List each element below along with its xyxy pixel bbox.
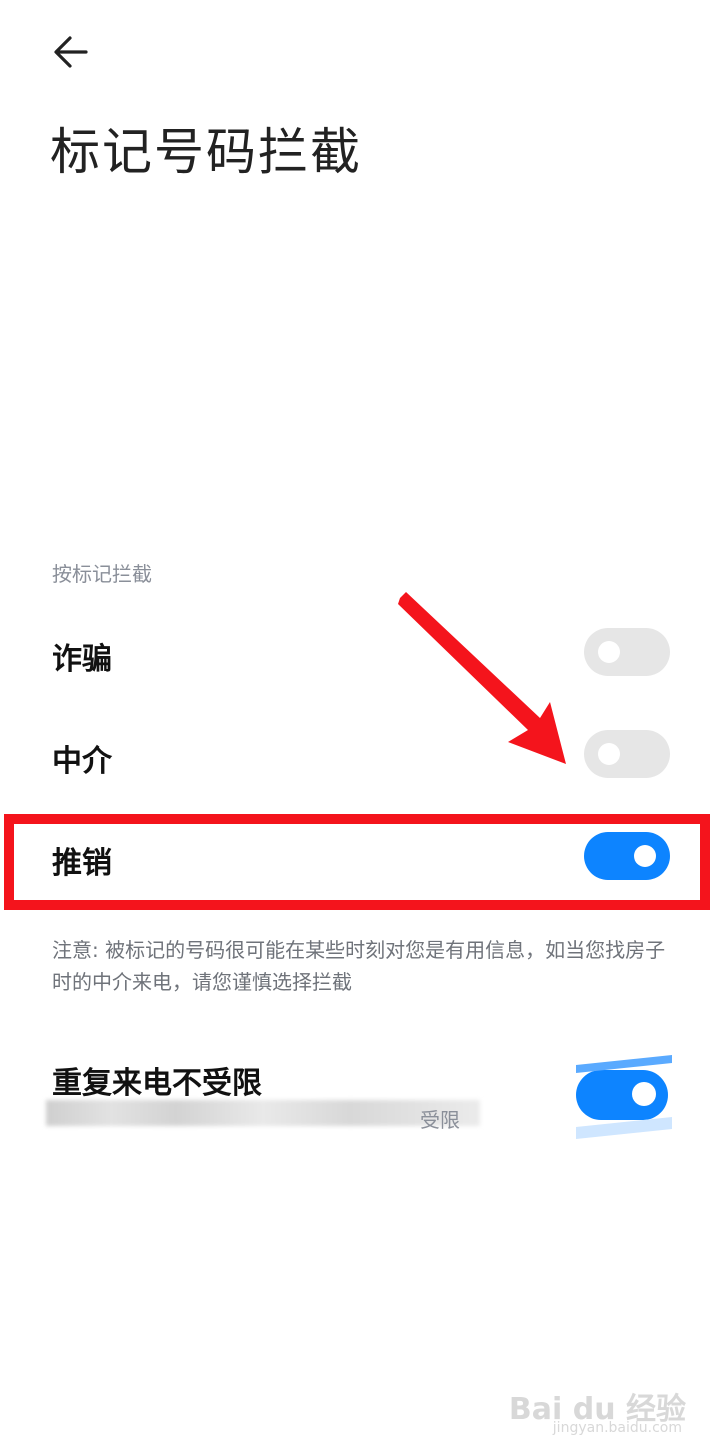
back-button[interactable] <box>48 30 96 74</box>
back-arrow-icon <box>54 36 88 68</box>
setting-row-agent[interactable]: 中介 <box>0 706 720 806</box>
note-text: 注意: 被标记的号码很可能在某些时刻对您是有用信息，如当您找房子时的中介来电，请… <box>52 938 666 994</box>
page-title: 标记号码拦截 <box>50 123 362 181</box>
setting-row-label: 中介 <box>52 744 112 779</box>
agent-toggle[interactable] <box>584 730 670 778</box>
section-header: 按标记拦截 <box>52 562 152 586</box>
toggle-knob <box>632 1082 656 1106</box>
setting-row-label: 诈骗 <box>52 642 112 677</box>
repeat-call-title: 重复来电不受限 <box>52 1066 262 1101</box>
glitch-stripe <box>576 1116 672 1140</box>
highlight-annotation-box <box>4 814 710 910</box>
repeat-call-subtitle-tail: 受限 <box>420 1108 460 1132</box>
blurred-subtitle <box>46 1100 480 1126</box>
fraud-toggle[interactable] <box>584 628 670 676</box>
repeat-call-toggle[interactable] <box>576 1054 672 1140</box>
setting-row-fraud[interactable]: 诈骗 <box>0 604 720 704</box>
watermark-url: jingyan.baidu.com <box>552 1420 682 1436</box>
toggle-knob <box>598 743 620 765</box>
toggle-knob <box>598 641 620 663</box>
red-arrow-annotation-icon <box>398 592 566 764</box>
